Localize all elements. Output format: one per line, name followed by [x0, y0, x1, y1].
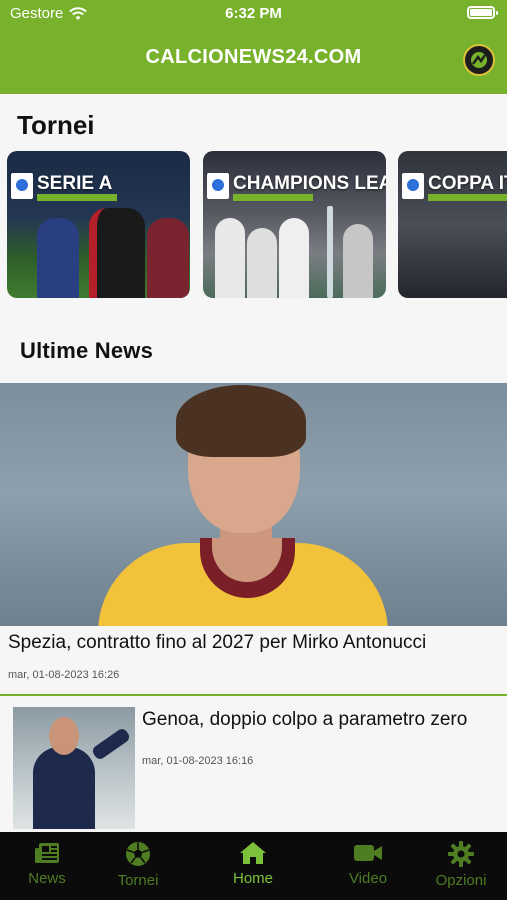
news-thumbnail[interactable] [13, 707, 135, 829]
news-divider [0, 694, 507, 696]
tournament-label: CHAMPIONS LEAGUE [233, 173, 386, 194]
status-time: 6:32 PM [225, 5, 282, 22]
tab-video[interactable]: Video [318, 840, 418, 887]
players-photo [7, 203, 190, 298]
serie-a-logo-icon [11, 173, 33, 199]
tab-bar: News Tornei Home Video Opzioni [0, 832, 507, 900]
battery-icon [467, 6, 498, 19]
news-item-title[interactable]: Genoa, doppio colpo a parametro zero [142, 708, 492, 731]
ucl-logo-icon [207, 173, 229, 199]
app-header: Gestore 6:32 PM CALCIONEWS24.COM [0, 0, 507, 94]
tournaments-title: Tornei [17, 110, 95, 140]
tab-tornei[interactable]: Tornei [88, 840, 188, 889]
newspaper-icon [35, 843, 59, 863]
tournament-card-serie-a[interactable]: SERIE A [7, 151, 190, 298]
soccer-ball-icon [126, 842, 150, 866]
news-section-title: Ultime News [20, 338, 154, 363]
news-item-date: mar, 01-08-2023 16:26 [8, 669, 120, 681]
brand-logo-icon[interactable] [463, 44, 495, 76]
app-title: CALCIONEWS24.COM [145, 46, 362, 68]
news-item-date: mar, 01-08-2023 16:16 [142, 755, 254, 767]
home-icon [240, 842, 266, 864]
tournament-label: COPPA IT [428, 173, 507, 194]
tab-news[interactable]: News [0, 840, 97, 887]
tab-home[interactable]: Home [203, 840, 303, 887]
players-photo [203, 203, 386, 298]
tab-opzioni[interactable]: Opzioni [411, 840, 507, 889]
tournament-tagline-bar [37, 194, 117, 201]
gear-icon [448, 841, 474, 867]
video-camera-icon [354, 845, 382, 861]
coppa-italia-logo-icon [402, 173, 424, 199]
status-bar: Gestore 6:32 PM [0, 0, 507, 28]
tournament-label: SERIE A [37, 173, 113, 194]
tournament-tagline-bar [233, 194, 313, 201]
tournament-card-coppa-italia[interactable]: COPPA IT [398, 151, 507, 298]
tournaments-carousel[interactable]: SERIE A CHAMPIONS LEAGUE COPPA IT [7, 151, 507, 299]
news-item-title[interactable]: Spezia, contratto fino al 2027 per Mirko… [8, 632, 426, 654]
tournament-tagline-bar [428, 194, 507, 201]
news-hero-image[interactable] [0, 383, 507, 626]
tournament-card-champions-league[interactable]: CHAMPIONS LEAGUE [203, 151, 386, 298]
